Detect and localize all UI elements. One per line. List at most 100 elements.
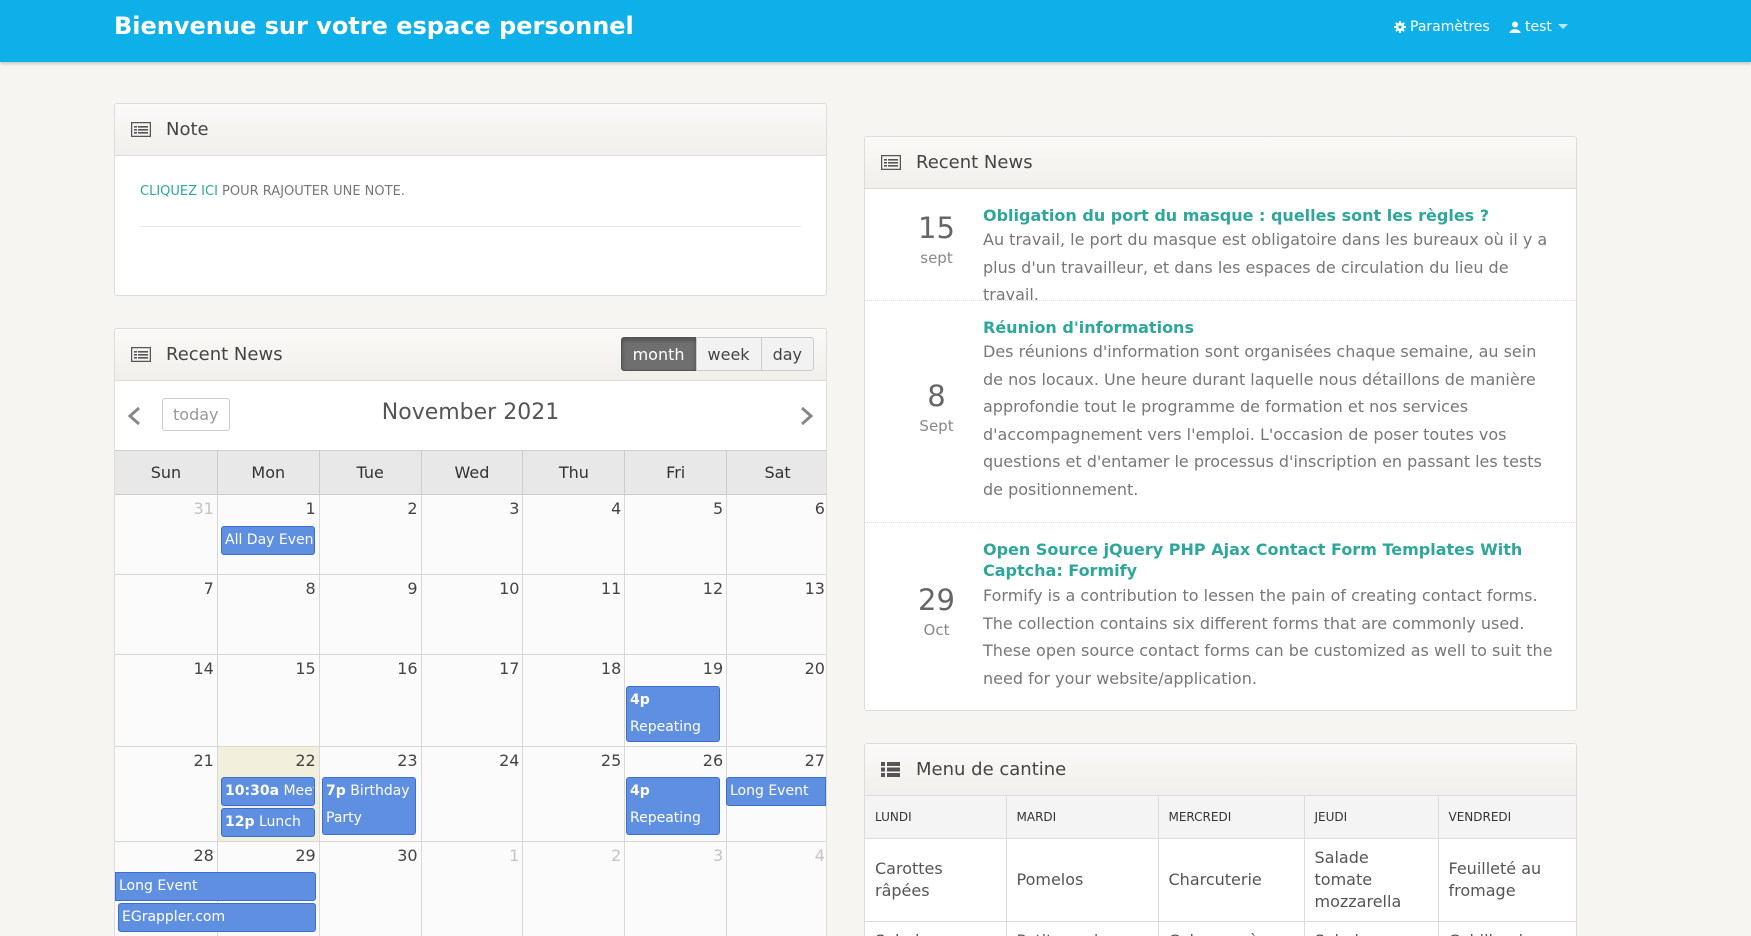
- news-body: Au travail, le port du masque est obliga…: [983, 230, 1548, 304]
- news-item: 15 sept Obligation du port du masque : q…: [865, 189, 1576, 304]
- calendar-event[interactable]: 4p Repeating Event: [626, 686, 720, 742]
- event-time: 4p: [630, 692, 650, 708]
- day-cell[interactable]: 24: [420, 747, 523, 841]
- news-title-link[interactable]: Réunion d'informations: [983, 317, 1543, 338]
- column-header: JEUDI: [1303, 796, 1439, 839]
- day-cell[interactable]: 7: [115, 575, 217, 654]
- weekday-label: Thu: [522, 451, 624, 494]
- top-navbar: Bienvenue sur votre espace personnel Par…: [0, 0, 1751, 62]
- day-cell[interactable]: 2: [318, 495, 421, 574]
- column-header: MARDI: [1005, 796, 1159, 839]
- day-cell[interactable]: 16: [318, 655, 421, 746]
- news-body: Formify is a contribution to lessen the …: [983, 586, 1553, 688]
- day-cell[interactable]: 18: [522, 655, 625, 746]
- weekday-label: Tue: [318, 451, 421, 494]
- day-cell[interactable]: 5: [624, 495, 727, 574]
- calendar-month-title: November 2021: [381, 400, 560, 425]
- day-cell[interactable]: 8: [216, 575, 319, 654]
- table-cell: Salade: [1303, 920, 1439, 936]
- news-panel: Recent News 15 sept Obligation du port d…: [864, 136, 1577, 711]
- table-cell: Salade aux: [865, 920, 1007, 936]
- calendar-event[interactable]: Long Event: [726, 777, 826, 806]
- cantine-table: LUNDI MARDI MERCREDI JEUDI VENDREDI Caro…: [865, 796, 1576, 936]
- calendar-event[interactable]: 10:30a Meeting: [221, 777, 315, 806]
- table-row: Carottes râpées Pomelos Charcuterie Sala…: [865, 837, 1576, 922]
- cantine-panel-title: Menu de cantine: [916, 759, 1067, 780]
- week-view-button[interactable]: week: [695, 337, 762, 371]
- day-cell[interactable]: 2: [522, 842, 625, 936]
- user-menu[interactable]: test: [1509, 19, 1568, 35]
- next-month-icon[interactable]: [800, 406, 814, 426]
- month-view-button[interactable]: month: [620, 337, 697, 371]
- calendar-week: 31 1 2 3 4 5 6 All Day Event: [115, 495, 826, 575]
- note-panel: Note CLIQUEZ ICI POUR RAJOUTER UNE NOTE.: [114, 103, 827, 296]
- weekday-label: Sun: [150, 463, 182, 482]
- add-note-label: POUR RAJOUTER UNE NOTE.: [217, 184, 405, 199]
- note-panel-header: Note: [115, 104, 826, 156]
- calendar-event[interactable]: Long Event: [115, 872, 316, 901]
- table-cell: Charcuterie: [1157, 837, 1305, 922]
- calendar-event[interactable]: 12p Lunch: [221, 808, 315, 837]
- calendar-week: 14 15 16 17 18 19 20 4p Repeating Event: [115, 655, 826, 747]
- news-item: 8 Sept Réunion d'informations Des réunio…: [865, 301, 1576, 523]
- add-note-text: CLIQUEZ ICI POUR RAJOUTER UNE NOTE.: [140, 184, 405, 199]
- day-cell[interactable]: 31: [115, 495, 217, 574]
- user-icon: [1509, 21, 1521, 33]
- day-cell[interactable]: 14: [115, 655, 217, 746]
- list-icon: [881, 762, 900, 777]
- day-cell[interactable]: 15: [216, 655, 319, 746]
- cantine-panel: Menu de cantine LUNDI MARDI MERCREDI JEU…: [864, 743, 1577, 936]
- event-title: Meeting: [283, 783, 314, 799]
- day-cell[interactable]: 21: [115, 747, 217, 841]
- day-cell[interactable]: 13: [726, 575, 826, 654]
- news-title-link[interactable]: Open Source jQuery PHP Ajax Contact Form…: [983, 539, 1543, 581]
- day-cell[interactable]: 1: [420, 842, 523, 936]
- list-alt-icon: [131, 347, 151, 362]
- settings-link[interactable]: Paramètres: [1394, 19, 1490, 35]
- day-view-button[interactable]: day: [760, 337, 814, 371]
- user-label: test: [1525, 19, 1552, 35]
- calendar-week: 21 22 23 24 25 26 27 10:30a Meeting 12p …: [115, 747, 826, 842]
- day-cell[interactable]: 20: [726, 655, 826, 746]
- table-cell: Cabillaud: [1437, 920, 1576, 936]
- table-cell: Carottes râpées: [865, 837, 1007, 922]
- event-title: Lunch: [258, 814, 301, 830]
- event-time: 7p: [326, 783, 346, 799]
- column-header: VENDREDI: [1437, 796, 1576, 839]
- day-cell[interactable]: 10: [420, 575, 523, 654]
- settings-label: Paramètres: [1410, 19, 1490, 35]
- add-note-link[interactable]: CLIQUEZ ICI: [140, 184, 218, 199]
- calendar-event[interactable]: All Day Event: [221, 526, 315, 555]
- news-panel-title: Recent News: [916, 152, 1033, 173]
- table-cell: Salade tomate mozzarella: [1303, 837, 1439, 922]
- day-cell[interactable]: 4: [522, 495, 625, 574]
- day-cell[interactable]: 11: [522, 575, 625, 654]
- table-cell: Pomelos: [1005, 837, 1159, 922]
- calendar-event[interactable]: 7p Birthday Party: [322, 777, 416, 835]
- event-time: 10:30a: [225, 783, 280, 799]
- table-cell: Petites saisons: [1005, 920, 1159, 936]
- day-cell[interactable]: 17: [420, 655, 523, 746]
- day-cell[interactable]: 4: [726, 842, 826, 936]
- event-title: All Day Event: [225, 532, 315, 548]
- event-time: 12p: [225, 814, 255, 830]
- day-cell[interactable]: 3: [420, 495, 523, 574]
- news-body: Des réunions d'information sont organisé…: [983, 342, 1542, 499]
- day-cell[interactable]: 12: [624, 575, 727, 654]
- day-cell[interactable]: 3: [624, 842, 727, 936]
- news-title-link[interactable]: Obligation du port du masque : quelles s…: [983, 205, 1543, 226]
- calendar-panel: Recent News month week day today Novembe…: [114, 328, 827, 936]
- weekday-label: Sat: [726, 451, 826, 494]
- calendar-event[interactable]: 4p Repeating Event: [626, 777, 720, 835]
- event-title: Repeating Event: [630, 719, 701, 735]
- day-cell[interactable]: 6: [726, 495, 826, 574]
- weekday-label: Mon: [216, 451, 319, 494]
- event-title: Long Event: [119, 878, 198, 894]
- calendar-event[interactable]: EGrappler.com: [118, 903, 316, 932]
- day-cell[interactable]: 9: [318, 575, 421, 654]
- table-header-row: LUNDI MARDI MERCREDI JEUDI VENDREDI: [865, 796, 1576, 839]
- day-cell[interactable]: 25: [522, 747, 625, 841]
- day-cell[interactable]: 30: [318, 842, 421, 936]
- weekday-label: Wed: [420, 451, 523, 494]
- table-cell: Calamars à: [1157, 920, 1305, 936]
